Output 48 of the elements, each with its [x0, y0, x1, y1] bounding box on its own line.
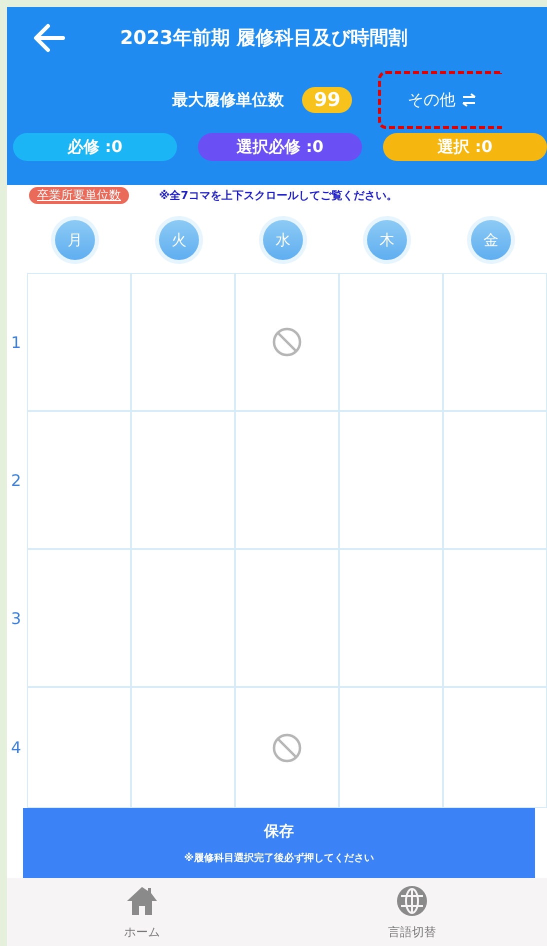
timetable-cell[interactable]: [235, 687, 339, 808]
period-number: 1: [10, 332, 22, 352]
scroll-note: ※全7コマを上下スクロールしてご覧ください。: [159, 188, 398, 202]
timetable-cell[interactable]: [443, 549, 547, 687]
prohibited-icon: [271, 326, 303, 358]
day-circle: 木: [367, 220, 407, 260]
max-units-badge: 99: [302, 87, 352, 113]
timetable-cell[interactable]: [235, 549, 339, 687]
category-pill: 選択 :0: [383, 133, 547, 161]
timetable-cell[interactable]: [339, 549, 443, 687]
back-arrow-icon: [32, 23, 66, 53]
period-number: 2: [10, 470, 22, 490]
prohibited-icon: [271, 732, 303, 764]
graduation-units-button[interactable]: 卒業所要単位数: [29, 186, 129, 204]
max-units-label: 最大履修単位数: [172, 90, 284, 110]
timetable-cell[interactable]: [443, 687, 547, 808]
timetable-cell[interactable]: [443, 411, 547, 549]
timetable-cell[interactable]: [443, 273, 547, 411]
timetable-cell[interactable]: [131, 273, 235, 411]
timetable-cell[interactable]: [131, 411, 235, 549]
home-icon: [125, 884, 159, 918]
back-button[interactable]: [32, 22, 68, 54]
other-button[interactable]: その他: [378, 71, 502, 129]
nav-item[interactable]: ホーム: [7, 878, 277, 946]
timetable-cell[interactable]: [27, 273, 131, 411]
timetable-cell[interactable]: [27, 411, 131, 549]
timetable-cell[interactable]: [235, 273, 339, 411]
timetable-cell[interactable]: [27, 549, 131, 687]
timetable-cell[interactable]: [339, 273, 443, 411]
day-circle: 火: [159, 220, 199, 260]
globe-icon: [395, 884, 429, 918]
page-title: 2023年前期 履修科目及び時間割: [120, 26, 408, 51]
timetable-cell[interactable]: [339, 411, 443, 549]
day-circle: 金: [471, 220, 511, 260]
swap-icon: [461, 93, 478, 107]
timetable-cell[interactable]: [235, 411, 339, 549]
day-circle: 月: [55, 220, 95, 260]
save-button[interactable]: 保存 ※履修科目選択完了後必ず押してください: [23, 808, 535, 878]
nav-item[interactable]: 言語切替: [277, 878, 547, 946]
category-pill: 必修 :0: [13, 133, 177, 161]
day-circle: 水: [263, 220, 303, 260]
period-number: 3: [10, 608, 22, 628]
timetable-cell[interactable]: [339, 687, 443, 808]
timetable-cell[interactable]: [131, 687, 235, 808]
timetable-cell[interactable]: [131, 549, 235, 687]
timetable-cell[interactable]: [27, 687, 131, 808]
period-number: 4: [10, 738, 22, 757]
category-pill: 選択必修 :0: [198, 133, 362, 161]
